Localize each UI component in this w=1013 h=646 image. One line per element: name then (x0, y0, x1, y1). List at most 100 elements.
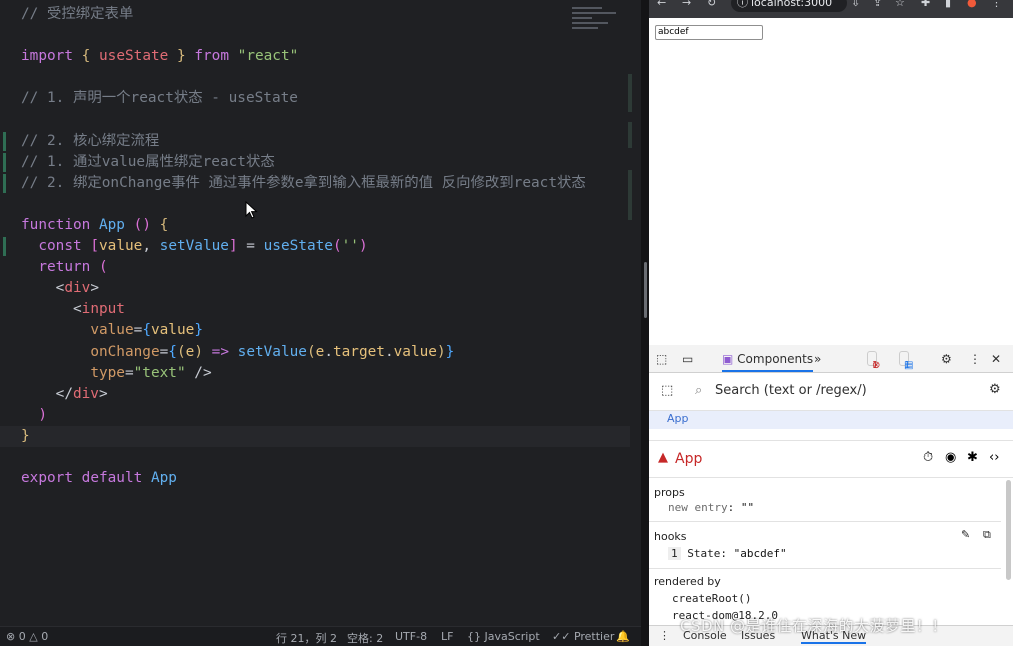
code-line[interactable]: // 2. 绑定onChange事件 通过事件参数e拿到输入框最新的值 反向修改… (0, 173, 630, 194)
code-token: "react" (237, 48, 299, 65)
code-line[interactable]: <input (0, 299, 630, 320)
indentation[interactable]: 空格: 2 (347, 630, 383, 646)
git-modified-marker[interactable] (3, 173, 6, 193)
encoding[interactable]: UTF-8 (395, 630, 427, 643)
code-line[interactable]: // 2. 核心绑定流程 (0, 131, 630, 152)
code-token: const (38, 238, 82, 255)
git-modified-marker[interactable] (3, 152, 6, 172)
code-line[interactable]: // 1. 声明一个react状态 - useState (0, 88, 630, 109)
code-line[interactable] (0, 25, 630, 46)
code-line[interactable]: </div> (0, 384, 630, 405)
filter-settings-icon[interactable]: ⚙ (989, 382, 1001, 397)
code-line[interactable]: return ( (0, 257, 630, 278)
minimap[interactable] (572, 4, 624, 46)
debug-bug-icon[interactable]: ✱ (967, 450, 978, 465)
language-mode[interactable]: {} JavaScript (467, 630, 540, 643)
code-line[interactable]: // 1. 通过value属性绑定react状态 (0, 152, 630, 173)
bookmark-star-icon[interactable]: ☆ (895, 0, 905, 9)
search-input[interactable]: Search (text or /regex/) (715, 383, 867, 398)
hooks-label: hooks (654, 530, 687, 543)
code-line[interactable]: import { useState } from "react" (0, 46, 630, 67)
code-line[interactable] (0, 109, 630, 130)
warning-icon: ▲ (658, 450, 668, 465)
hook-state-row[interactable]: 1 State: "abcdef" (649, 547, 1001, 560)
device-toolbar-icon[interactable]: ▭ (682, 352, 693, 366)
rendered-by-item: createRoot() (672, 592, 752, 605)
message-badge[interactable]: ▤ 1 (899, 351, 913, 371)
code-editor[interactable]: // 受控绑定表单 import { useState } from "react… (0, 0, 641, 626)
extensions-icon[interactable]: ✚ (921, 0, 930, 9)
kebab-menu-icon[interactable]: ⋮ (969, 352, 981, 366)
code-token: } (445, 343, 455, 360)
code-line[interactable]: type="text" /> (0, 363, 630, 384)
code-token: } (194, 322, 203, 339)
problems-indicator[interactable]: ⊗ 0 △ 0 (6, 630, 48, 643)
prettier-status[interactable]: ✓✓ Prettier (552, 630, 614, 643)
code-token: from (194, 48, 229, 65)
git-modified-marker[interactable] (3, 131, 6, 151)
code-token: useState (99, 48, 169, 65)
more-tabs-chevron-icon[interactable]: » (814, 352, 821, 366)
code-token: ) (194, 343, 203, 360)
code-token: = (237, 238, 264, 255)
split-divider[interactable] (641, 0, 649, 646)
code-token: "text" (133, 364, 186, 381)
select-element-icon[interactable]: ⬚ (661, 383, 673, 398)
share-icon[interactable]: ⇪ (873, 0, 882, 9)
error-badge[interactable]: ⊗ 1 (867, 351, 880, 371)
code-token: => (211, 343, 229, 360)
back-icon[interactable]: ← (657, 0, 666, 9)
code-line[interactable]: } (0, 425, 630, 447)
code-line[interactable]: function App () { (0, 215, 630, 236)
view-source-icon[interactable]: ‹› (989, 450, 999, 465)
copy-icon[interactable]: ⧉ (983, 528, 991, 542)
git-modified-marker[interactable] (3, 237, 6, 257)
code-token: value (393, 343, 437, 360)
code-line[interactable] (0, 67, 630, 88)
line-ending[interactable]: LF (441, 630, 453, 643)
code-token: value (90, 322, 134, 339)
inspect-element-icon[interactable]: ⬚ (656, 352, 667, 366)
inspect-dom-eye-icon[interactable]: ◉ (945, 450, 956, 465)
details-scrollbar[interactable] (1006, 480, 1011, 580)
parse-hooks-wand-icon[interactable]: ✎ (961, 528, 970, 541)
browser-window: ← → ↻ ⓘ localhost:3000 ⇩ ⇪ ☆ ✚ ▮ ● ⋮ abc… (649, 0, 1013, 646)
profile-icon[interactable]: ● (967, 0, 977, 9)
cursor-position[interactable]: 行 21，列 2 (276, 630, 337, 646)
code-area[interactable]: // 受控绑定表单 import { useState } from "react… (0, 4, 630, 489)
settings-gear-icon[interactable]: ⚙ (941, 352, 952, 366)
tab-components[interactable]: ▣ Components (722, 345, 814, 372)
code-token: { (168, 343, 177, 360)
code-token: onChange (90, 343, 160, 360)
code-line[interactable]: onChange={(e) => setValue(e.target.value… (0, 342, 630, 363)
notifications-bell-icon[interactable]: 🔔 (616, 630, 630, 643)
props-new-entry[interactable]: new entry: "" (649, 501, 1001, 514)
code-line[interactable]: ) (0, 405, 630, 426)
code-line[interactable]: const [value, setValue] = useState('') (0, 236, 630, 257)
code-token: // 1. 通过value属性绑定react状态 (21, 153, 275, 170)
text-input[interactable]: abcdef (655, 25, 763, 40)
mouse-cursor-icon (245, 201, 258, 219)
code-line[interactable]: value={value} (0, 320, 630, 341)
code-line[interactable]: <div> (0, 278, 630, 299)
suspend-timer-icon[interactable]: ⏱ (923, 450, 933, 465)
close-icon[interactable]: ✕ (991, 352, 1001, 366)
code-token: return (38, 259, 91, 276)
forward-icon[interactable]: → (682, 0, 691, 9)
code-line[interactable] (0, 447, 630, 468)
code-line[interactable]: // 受控绑定表单 (0, 4, 630, 25)
address-bar[interactable]: ⓘ localhost:3000 (731, 0, 847, 12)
sidepanel-icon[interactable]: ▮ (945, 0, 951, 9)
reload-icon[interactable]: ↻ (707, 0, 716, 9)
code-line[interactable]: export default App (0, 468, 630, 489)
component-tree-item-app[interactable]: App (649, 411, 1013, 429)
code-line[interactable] (0, 194, 630, 215)
menu-icon[interactable]: ⋮ (991, 0, 1002, 9)
editor-scrollbar[interactable] (628, 0, 634, 620)
drawer-menu-icon[interactable]: ⋮ (659, 629, 670, 642)
download-icon[interactable]: ⇩ (851, 0, 860, 9)
